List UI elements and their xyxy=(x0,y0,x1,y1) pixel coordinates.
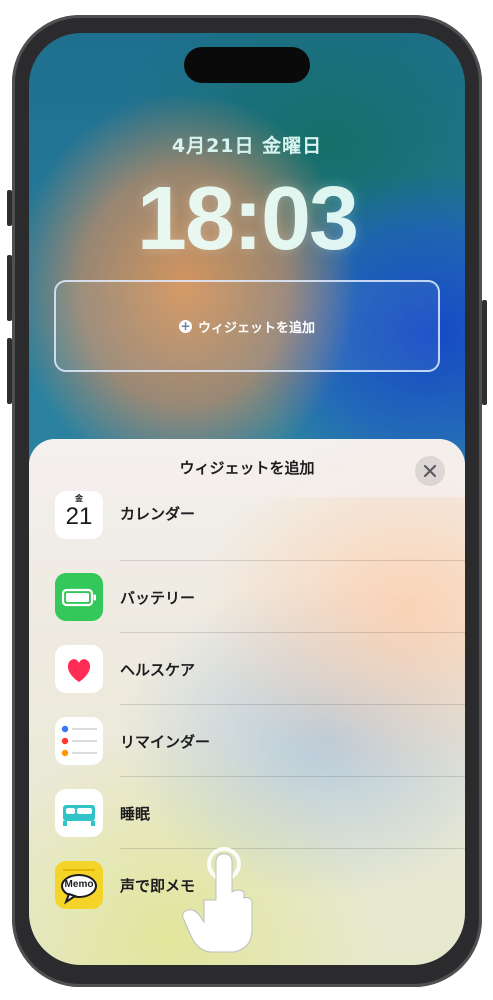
tap-hand-icon xyxy=(182,847,253,953)
plus-circle-icon: + xyxy=(178,318,192,333)
add-widget-slot[interactable]: + ウィジェットを追加 xyxy=(54,280,440,372)
widget-list-item-battery[interactable]: バッテリー xyxy=(29,561,465,633)
widget-list-item-label: ヘルスケア xyxy=(120,661,196,679)
sheet-title: ウィジェットを追加 xyxy=(179,459,315,477)
action-button xyxy=(7,190,12,226)
widget-list-item-calendar[interactable]: 金 21 カレンダー xyxy=(29,489,465,561)
close-button[interactable] xyxy=(415,456,445,486)
close-icon xyxy=(424,465,436,477)
reminders-icon xyxy=(55,717,103,765)
sleep-bed-icon xyxy=(55,789,103,837)
memo-app-icon: Memo xyxy=(55,861,103,909)
health-heart-icon xyxy=(55,645,103,693)
widget-list-item-label: 睡眠 xyxy=(120,805,151,823)
dynamic-island xyxy=(184,47,310,83)
volume-up-button xyxy=(7,255,12,321)
widget-list-item-label: リマインダー xyxy=(120,733,211,751)
calendar-icon-date: 21 xyxy=(65,503,93,530)
lock-screen-date[interactable]: 4月21日 金曜日 xyxy=(29,131,465,158)
calendar-icon: 金 21 xyxy=(55,491,103,539)
memo-app-icon-text: Memo xyxy=(64,879,94,890)
lock-screen: 4月21日 金曜日 18:03 + ウィジェットを追加 ウィジェットを追加 金 … xyxy=(29,33,465,965)
add-widget-slot-label: ウィジェットを追加 xyxy=(197,320,315,336)
widget-list-item-reminders[interactable]: リマインダー xyxy=(29,705,465,777)
volume-down-button xyxy=(7,338,12,404)
lock-screen-time[interactable]: 18:03 xyxy=(29,159,465,279)
widget-list-item-label: バッテリー xyxy=(120,589,196,607)
power-button xyxy=(482,300,487,405)
widget-list-item-label: カレンダー xyxy=(120,505,196,523)
battery-icon xyxy=(55,573,103,621)
widget-list-item-health[interactable]: ヘルスケア xyxy=(29,633,465,705)
widget-list-item-sleep[interactable]: 睡眠 xyxy=(29,777,465,849)
